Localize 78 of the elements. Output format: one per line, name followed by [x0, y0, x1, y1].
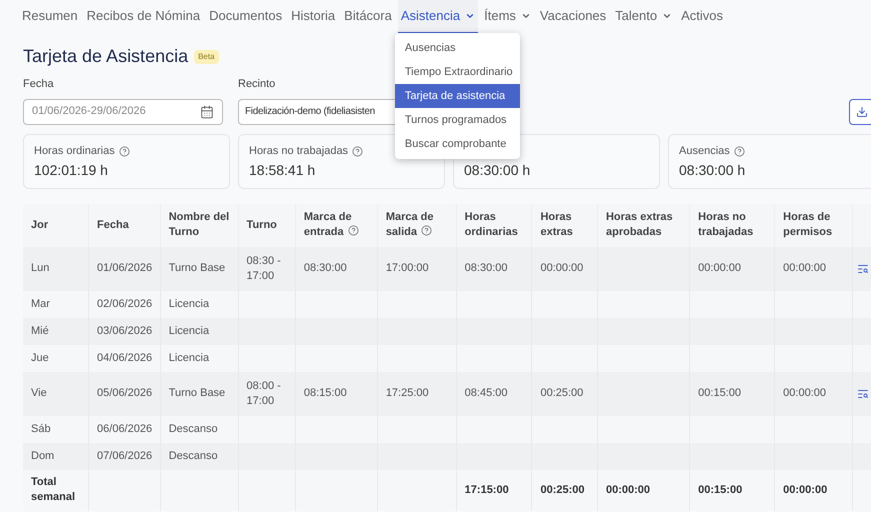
table-cell: Descanso: [160, 442, 238, 470]
menu-item[interactable]: Tiempo Extraordinario: [394, 60, 520, 84]
table-cell: 00:15:00: [690, 372, 775, 416]
help-icon[interactable]: [734, 146, 745, 156]
nav-tab[interactable]: Recibos de Nómina: [84, 0, 204, 34]
table-cell: Licencia: [160, 344, 238, 372]
table-cell: 03/06/2026: [88, 318, 160, 344]
nav-tab[interactable]: Bitácora: [341, 0, 395, 34]
table-cell: 02/06/2026: [88, 290, 160, 318]
table-cell: 06/06/2026: [88, 416, 160, 442]
table-cell: 08:30:00: [456, 246, 532, 290]
calendar-icon[interactable]: [200, 104, 214, 118]
stat-value: 08:30:00 h: [464, 160, 532, 180]
table-cell: 00:00:00: [690, 246, 775, 290]
table-cell: Licencia: [160, 290, 238, 318]
field-value: 01/06/2026-29/06/2026: [32, 104, 146, 120]
nav-tab[interactable]: Ítems: [481, 0, 534, 34]
help-icon[interactable]: [348, 225, 359, 236]
detail-icon: [856, 262, 869, 274]
field-label: Fecha: [23, 77, 55, 92]
table-cell: Jue: [23, 344, 89, 372]
table-cell: 00:00:00: [774, 470, 852, 510]
table-cell: 08:00 - 17:00: [238, 372, 296, 416]
page-title: Tarjeta de Asistencia: [23, 45, 188, 68]
table-cell: Descanso: [160, 416, 238, 442]
table-cell: 08:30 - 17:00: [238, 246, 296, 290]
table-cell: 01/06/2026: [88, 246, 160, 290]
stat-label: Ausencias: [679, 144, 730, 159]
table-cell: Turno Base: [160, 246, 238, 290]
table-cell: 05/06/2026: [88, 372, 160, 416]
table-cell: Licencia: [160, 318, 238, 344]
nav-tab[interactable]: Talento: [612, 0, 676, 34]
nav-tab[interactable]: Resumen: [19, 0, 81, 34]
table-cell: Dom: [23, 442, 89, 470]
stat-value: 18:58:41 h: [249, 160, 316, 180]
beta-badge: Beta: [194, 50, 219, 64]
table-cell: 08:15:00: [295, 372, 378, 416]
stat-label: Horas no trabajadas: [249, 144, 348, 159]
stat-value: 102:01:19 h: [34, 160, 109, 180]
table-cell: 00:00:00: [774, 246, 852, 290]
table-cell: 17:15:00: [456, 470, 532, 510]
table-cell: 07/06/2026: [88, 442, 160, 470]
table-cell: Vie: [23, 372, 89, 416]
table-cell: Sáb: [23, 416, 89, 442]
download-button[interactable]: [849, 98, 871, 124]
table-cell: 00:00:00: [597, 470, 690, 510]
table-cell: 00:00:00: [774, 372, 852, 416]
table-cell: Mar: [23, 290, 89, 318]
download-icon: [856, 106, 868, 118]
menu-item[interactable]: Buscar comprobante: [394, 132, 520, 156]
table-cell: Lun: [23, 246, 89, 290]
table-cell: 08:30:00: [295, 246, 378, 290]
table-cell: 17:25:00: [377, 372, 456, 416]
table-cell: 08:45:00: [456, 372, 532, 416]
table-cell: 17:00:00: [377, 246, 456, 290]
table-cell: 04/06/2026: [88, 344, 160, 372]
table-cell: 00:25:00: [532, 372, 598, 416]
menu-item[interactable]: Ausencias: [394, 36, 520, 60]
stat-value: 08:30:00 h: [679, 160, 746, 180]
help-icon[interactable]: [118, 146, 130, 156]
date-field[interactable]: 01/06/2026-29/06/2026: [23, 98, 223, 124]
nav-tab[interactable]: Vacaciones: [536, 0, 610, 34]
table-cell: 00:25:00: [532, 470, 598, 510]
table-cell: 00:15:00: [690, 470, 775, 510]
nav-tab[interactable]: Asistencia: [398, 0, 478, 34]
table-cell: 00:00:00: [532, 246, 598, 290]
help-icon[interactable]: [421, 225, 432, 236]
menu-item[interactable]: Tarjeta de asistencia: [394, 84, 520, 108]
table-cell: Turno Base: [160, 372, 238, 416]
stat-label: Horas ordinarias: [34, 144, 115, 159]
nav-tab[interactable]: Documentos: [206, 0, 286, 34]
table-cell: Total semanal: [23, 470, 89, 510]
field-label: Recinto: [238, 77, 276, 92]
nav-tab[interactable]: Activos: [678, 0, 726, 34]
detail-icon: [856, 388, 869, 400]
table-cell: Mié: [23, 318, 89, 344]
nav-tab[interactable]: Historia: [288, 0, 338, 34]
help-icon[interactable]: [352, 146, 364, 156]
